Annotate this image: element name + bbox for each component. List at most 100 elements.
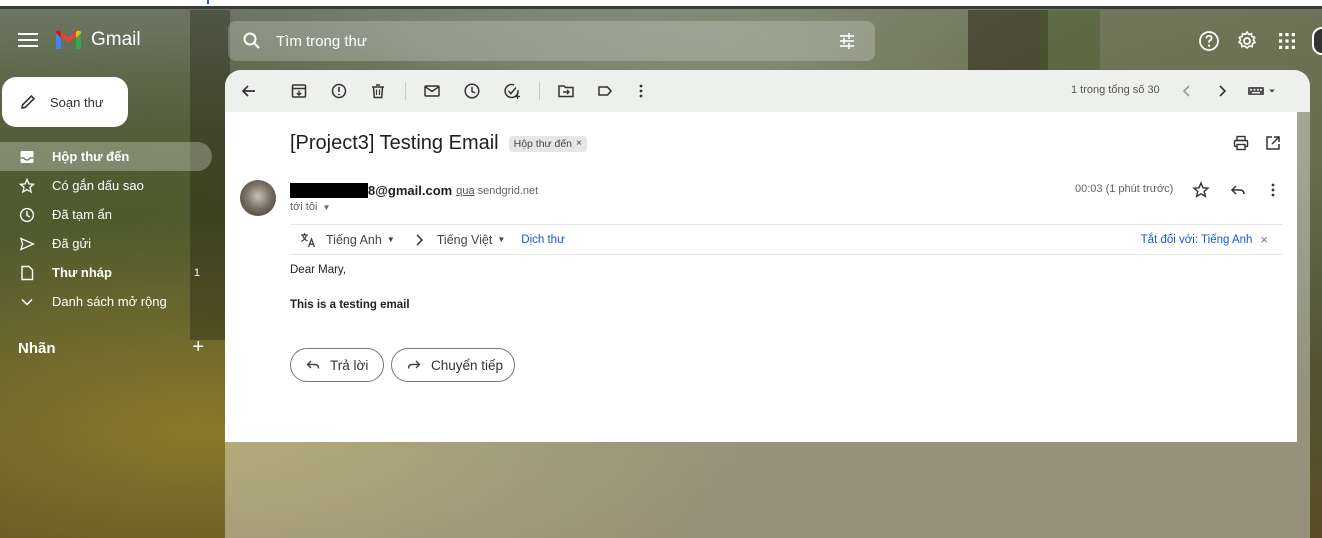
forward-button[interactable]: Chuyển tiếp — [391, 348, 515, 382]
sender-email[interactable]: 8@gmail.com — [368, 183, 452, 198]
search-bar[interactable]: Tìm trong thư — [228, 21, 875, 61]
email-greeting: Dear Mary, — [290, 264, 347, 276]
reply-button[interactable]: Trả lời — [290, 348, 384, 382]
sidebar-item-label: Đã tạm ẩn — [52, 207, 112, 222]
clock-icon — [19, 207, 35, 222]
compose-button[interactable]: Soạn thư — [2, 77, 128, 127]
newer-chevron-icon[interactable] — [1178, 82, 1196, 100]
open-new-window-icon[interactable] — [1264, 134, 1282, 152]
recipient-details[interactable]: tới tôi ▼ — [290, 201, 330, 213]
pencil-icon — [20, 94, 36, 110]
dropdown-caret-icon: ▼ — [386, 235, 395, 244]
drafts-count: 1 — [193, 266, 200, 279]
star-icon — [19, 177, 35, 193]
sender-avatar[interactable] — [240, 180, 276, 216]
sidebar-item-drafts[interactable]: Thư nháp 1 — [0, 258, 212, 287]
settings-icon[interactable] — [1236, 30, 1258, 52]
report-spam-icon[interactable] — [330, 82, 348, 100]
turn-off-translation-link[interactable]: Tắt đối với: Tiếng Anh — [1141, 234, 1253, 246]
older-chevron-icon[interactable] — [1213, 82, 1231, 100]
toolbar-divider — [405, 82, 406, 100]
pagination-text: 1 trong tổng số 30 — [1071, 84, 1160, 96]
folder-chip-label: Hộp thư đến — [513, 137, 573, 150]
via-link[interactable]: qua — [456, 185, 474, 197]
delete-icon[interactable] — [369, 82, 387, 100]
gmail-m-icon — [56, 30, 81, 49]
snooze-clock-icon[interactable] — [463, 82, 481, 100]
target-language-dropdown[interactable]: Tiếng Việt ▼ — [437, 233, 506, 247]
labels-title: Nhãn — [18, 340, 56, 357]
sidebar-item-label: Danh sách mở rộng — [52, 294, 167, 309]
sidebar-item-inbox[interactable]: Hộp thư đến — [0, 142, 212, 171]
search-input[interactable]: Tìm trong thư — [276, 33, 837, 50]
close-translate-bar-icon[interactable]: × — [1260, 232, 1268, 247]
sidebar-item-label: Thư nháp — [52, 265, 112, 280]
sidebar-item-sent[interactable]: Đã gửi — [0, 229, 212, 258]
via-domain: sendgrid.net — [477, 184, 539, 197]
help-icon[interactable] — [1198, 30, 1220, 52]
gmail-logo[interactable]: Gmail — [54, 29, 141, 51]
email-timestamp: 00:03 (1 phút trước) — [1075, 183, 1174, 195]
sidebar-item-label: Có gắn dấu sao — [52, 178, 144, 193]
star-icon[interactable] — [1192, 181, 1210, 199]
labels-section: Nhãn + — [18, 337, 204, 357]
via-text: qua sendgrid.net — [456, 185, 538, 197]
reply-label: Trả lời — [330, 357, 369, 373]
top-strip-bar — [0, 6, 1322, 9]
label-icon[interactable] — [596, 82, 614, 100]
target-language-label: Tiếng Việt — [436, 232, 493, 247]
account-avatar[interactable] — [1312, 27, 1322, 55]
message-sheet — [225, 112, 1297, 442]
search-options-icon[interactable] — [837, 31, 857, 51]
gmail-wordmark: Gmail — [91, 29, 141, 50]
send-icon — [19, 236, 35, 251]
more-vert-icon[interactable] — [632, 82, 650, 100]
sidebar-item-more[interactable]: Danh sách mở rộng — [0, 287, 212, 316]
chevron-right-icon — [416, 233, 423, 246]
source-language-dropdown[interactable]: Tiếng Anh ▼ — [326, 233, 395, 247]
input-tools-keyboard-icon[interactable] — [1246, 82, 1278, 100]
chevron-down-icon — [21, 298, 33, 306]
top-strip — [0, 0, 1322, 9]
forward-label: Chuyển tiếp — [431, 357, 504, 373]
move-to-icon[interactable] — [557, 82, 575, 100]
add-label-button[interactable]: + — [192, 337, 204, 357]
mark-unread-icon[interactable] — [423, 82, 441, 100]
more-vert-icon[interactable] — [1264, 181, 1282, 199]
main-menu-button[interactable] — [15, 30, 41, 52]
top-strip-marker — [207, 0, 209, 4]
remove-label-icon[interactable]: × — [576, 138, 582, 149]
apps-grid-icon[interactable] — [1276, 30, 1298, 52]
reply-icon[interactable] — [1229, 181, 1247, 199]
archive-icon[interactable] — [290, 82, 308, 100]
folder-chip[interactable]: Hộp thư đến × — [508, 135, 587, 152]
translate-icon — [301, 232, 316, 247]
sidebar-item-label: Đã gửi — [52, 236, 92, 251]
inbox-icon — [20, 150, 34, 163]
email-body: This is a testing email — [290, 299, 410, 311]
redacted-name — [290, 183, 368, 198]
toolbar-divider — [539, 82, 540, 100]
draft-icon — [21, 265, 34, 280]
sidebar-item-snoozed[interactable]: Đã tạm ẩn — [0, 200, 212, 229]
recipient-text: tới tôi — [290, 201, 318, 213]
translate-message-link[interactable]: Dịch thư — [521, 234, 565, 246]
sidebar-nav: Hộp thư đến Có gắn dấu sao Đã tạm ẩn Đã … — [0, 142, 212, 316]
compose-label: Soạn thư — [50, 94, 104, 110]
translate-bar: Tiếng Anh ▼ Tiếng Việt ▼ Dịch thư Tắt đố… — [290, 224, 1282, 255]
sidebar-item-label: Hộp thư đến — [52, 149, 130, 164]
source-language-label: Tiếng Anh — [326, 232, 382, 247]
background-moss — [1040, 10, 1100, 70]
back-arrow-icon[interactable] — [240, 82, 258, 100]
caret-down-icon[interactable]: ▼ — [322, 203, 330, 212]
forward-icon — [407, 360, 421, 369]
add-task-icon[interactable] — [503, 82, 521, 100]
sidebar-item-starred[interactable]: Có gắn dấu sao — [0, 171, 212, 200]
sender-line: 8@gmail.com qua sendgrid.net — [290, 183, 538, 198]
email-subject: [Project3] Testing Email Hộp thư đến × — [290, 132, 587, 155]
print-icon[interactable] — [1232, 134, 1250, 152]
dropdown-caret-icon: ▼ — [497, 235, 506, 244]
search-icon[interactable] — [242, 31, 262, 51]
background-trunk — [968, 10, 1048, 70]
reply-icon — [306, 360, 320, 369]
